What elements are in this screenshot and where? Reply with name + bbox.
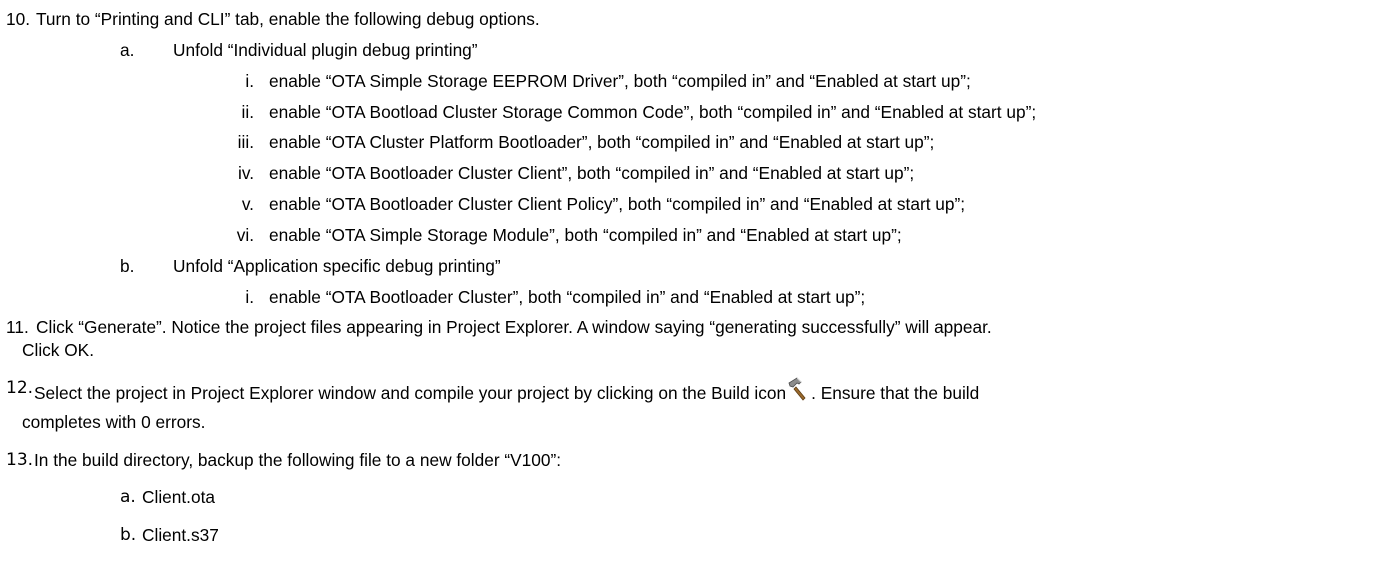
step-10a-iii-text: enable “OTA Cluster Platform Bootloader”… <box>269 132 935 152</box>
step-10a-vi-marker: vi. <box>236 225 254 245</box>
step-11-number: 11. <box>6 317 29 337</box>
step-13b-text: Client.s37 <box>142 525 219 545</box>
step-12-number: 12. <box>6 378 34 398</box>
step-10-text: Turn to “Printing and CLI” tab, enable t… <box>36 9 540 29</box>
step-10a-v-marker: v. <box>241 194 254 214</box>
hammer-build-icon <box>787 377 809 401</box>
step-13-number: 13. <box>6 450 34 470</box>
step-10b-i-text: enable “OTA Bootloader Cluster”, both “c… <box>269 287 866 307</box>
step-11-text-line2: Click OK. <box>22 340 95 360</box>
step-11-text-line1: Click “Generate”. Notice the project fil… <box>36 317 992 337</box>
step-12-text-before-icon: Select the project in Project Explorer w… <box>34 383 787 403</box>
step-13a-text: Client.ota <box>142 487 216 507</box>
step-10a-iii-marker: iii. <box>237 132 254 152</box>
step-10a-i-text: enable “OTA Simple Storage EEPROM Driver… <box>269 71 971 91</box>
step-10b-text: Unfold “Application specific debug print… <box>173 256 501 276</box>
step-10b-marker: b. <box>120 256 135 276</box>
step-12-text-line2: completes with 0 errors. <box>22 412 206 432</box>
step-10a-vi-text: enable “OTA Simple Storage Module”, both… <box>269 225 902 245</box>
document-page: { "steps": [ { "number": "10.", "text": … <box>0 0 1393 573</box>
step-12-line1: Select the project in Project Explorer w… <box>34 377 979 405</box>
step-10a-v-text: enable “OTA Bootloader Cluster Client Po… <box>269 194 966 214</box>
step-10a-marker: a. <box>120 40 135 60</box>
step-13-text: In the build directory, backup the follo… <box>34 450 562 470</box>
step-10a-iv-text: enable “OTA Bootloader Cluster Client”, … <box>269 163 915 183</box>
step-10-number: 10. <box>6 9 31 29</box>
step-13a-marker: a. <box>120 487 136 507</box>
step-12-text-after-icon: . Ensure that the build <box>811 383 980 403</box>
step-13b-marker: b. <box>120 525 137 545</box>
step-10a-ii-text: enable “OTA Bootload Cluster Storage Com… <box>269 102 1037 122</box>
step-10b-i-marker: i. <box>245 287 254 307</box>
step-10a-iv-marker: iv. <box>238 163 254 183</box>
step-10a-text: Unfold “Individual plugin debug printing… <box>173 40 478 60</box>
step-10a-i-marker: i. <box>245 71 254 91</box>
step-10a-ii-marker: ii. <box>241 102 254 122</box>
